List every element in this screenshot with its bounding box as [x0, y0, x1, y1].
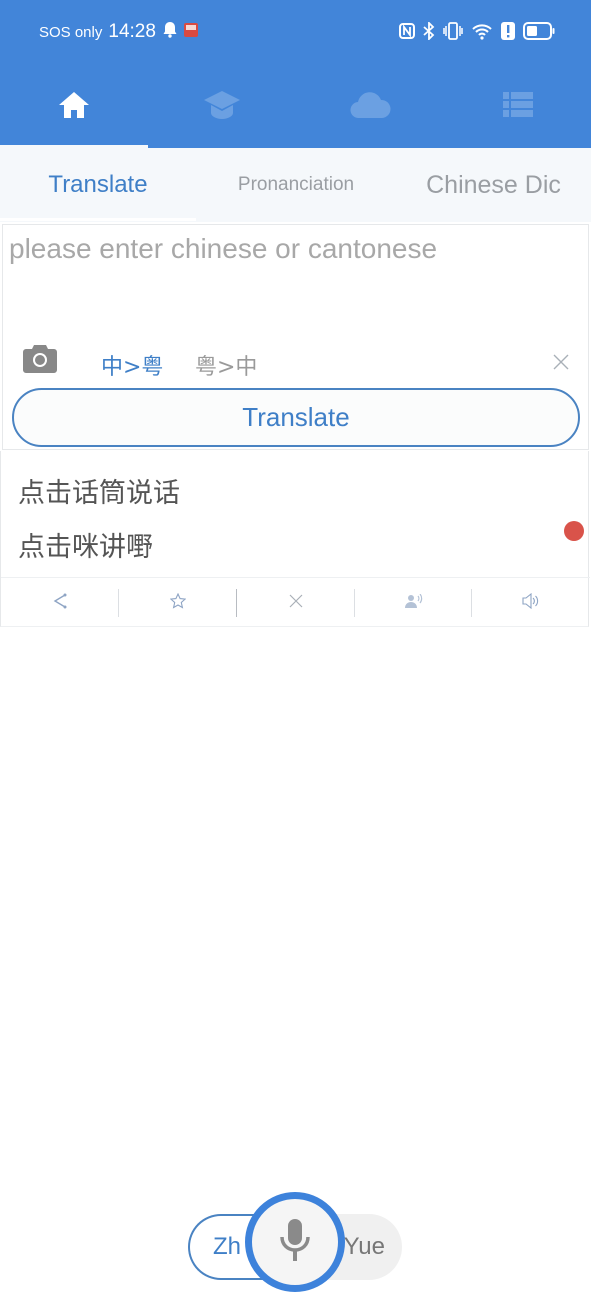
clock: 14:28: [108, 21, 156, 42]
play-audio-button[interactable]: [472, 578, 589, 628]
share-button[interactable]: [1, 578, 118, 628]
star-icon: [169, 592, 186, 614]
nfc-icon: [399, 23, 415, 44]
result-line-mandarin: 点击话筒说话: [18, 478, 180, 509]
top-nav-bar: [0, 66, 591, 148]
share-icon: [53, 593, 67, 614]
tab-pronunciation[interactable]: Pronanciation: [196, 148, 396, 222]
translate-button-label: Translate: [242, 402, 350, 432]
mandarin-voice-label: Zh: [213, 1233, 242, 1260]
wifi-icon: [471, 22, 493, 45]
voice-input-bar: Zh Yue: [188, 1192, 402, 1292]
list-icon: [502, 91, 533, 123]
tab-translate[interactable]: Translate: [0, 148, 196, 222]
input-card: 中>粤 粤>中 Translate: [2, 224, 589, 450]
clear-result-button[interactable]: [237, 578, 354, 628]
app-notification-icon: [183, 22, 198, 42]
nav-cloud[interactable]: [296, 66, 444, 148]
cantonese-voice-label: Yue: [343, 1233, 385, 1260]
result-card: 点击话筒说话 点击咪讲嘢: [0, 451, 590, 627]
nav-list[interactable]: [444, 66, 591, 148]
clear-input-icon[interactable]: [553, 354, 569, 375]
result-line-cantonese: 点击咪讲嘢: [18, 532, 153, 563]
nav-learn[interactable]: [148, 66, 296, 148]
recording-indicator-dot: [564, 521, 584, 541]
favorite-button[interactable]: [119, 578, 236, 628]
tab-chinese-dic[interactable]: Chinese Dic: [396, 148, 591, 222]
graduation-cap-icon: [203, 89, 241, 126]
microphone-icon: [278, 1217, 312, 1268]
translate-button[interactable]: Translate: [12, 388, 580, 447]
person-speaking-icon: [404, 593, 423, 613]
status-bar: SOS only 14:28: [0, 0, 591, 66]
tab-translate-label: Translate: [48, 171, 148, 198]
nav-home[interactable]: [0, 66, 148, 148]
text-input[interactable]: [9, 233, 579, 333]
battery-icon: [523, 22, 555, 45]
tab-bar: Translate Pronanciation Chinese Dic: [0, 148, 591, 222]
direction-zh-to-yue[interactable]: 中>粤: [101, 349, 163, 381]
microphone-button[interactable]: [245, 1192, 345, 1292]
tab-chinese-dic-label: Chinese Dic: [426, 170, 561, 199]
camera-icon[interactable]: [23, 343, 57, 378]
bell-icon: [162, 21, 178, 43]
cloud-icon: [349, 91, 391, 124]
bluetooth-icon: [423, 20, 435, 45]
speaker-voice-button[interactable]: [355, 578, 472, 628]
vibrate-icon: [443, 22, 463, 45]
close-icon: [289, 594, 303, 613]
result-action-row: [1, 577, 590, 627]
tab-pronunciation-label: Pronanciation: [237, 174, 355, 195]
volume-icon: [521, 592, 540, 614]
direction-yue-to-zh[interactable]: 粤>中: [195, 349, 257, 381]
tab-active-underline: [0, 218, 196, 221]
alert-icon: [501, 22, 515, 45]
home-icon: [57, 90, 91, 125]
carrier-text: SOS only: [39, 23, 103, 41]
